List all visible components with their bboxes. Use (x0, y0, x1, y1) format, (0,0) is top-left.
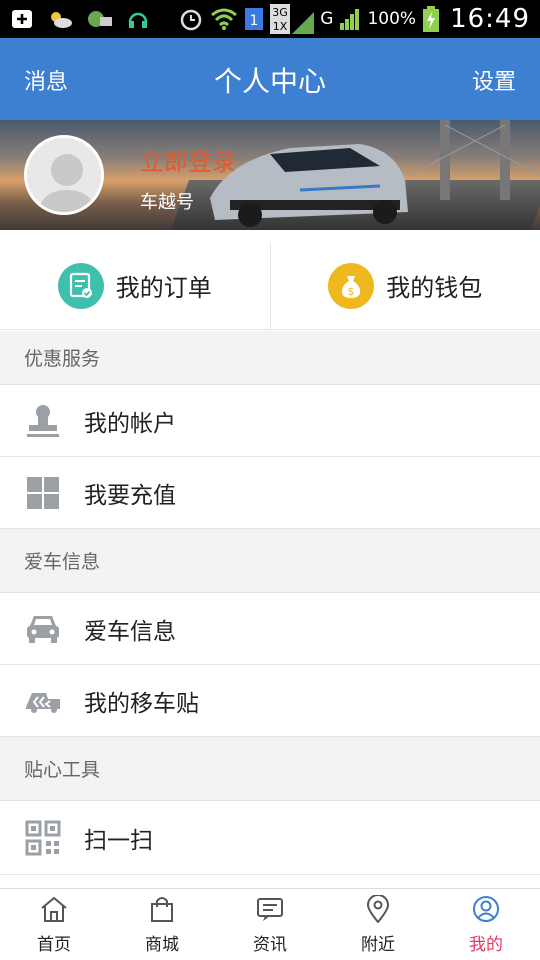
menu-item-recharge[interactable]: 我要充值 (0, 457, 540, 529)
section-header-car-info: 爱车信息 (0, 529, 540, 593)
wifi-icon (210, 7, 238, 31)
bottom-nav: 首页 商城 资讯 附近 我的 (0, 888, 540, 960)
tow-truck-icon (22, 680, 64, 722)
add-notification-icon (10, 8, 34, 30)
order-icon (57, 262, 104, 309)
network-type-icon: 3G 1X (270, 4, 315, 34)
login-link[interactable]: 立即登录 (140, 142, 236, 177)
menu-item-label: 我要充值 (84, 482, 176, 509)
section-title: 贴心工具 (24, 759, 101, 781)
nav-news[interactable]: 资讯 (216, 889, 324, 960)
app-header: 消息 个人中心 设置 (0, 38, 540, 120)
section-header-discount: 优惠服务 (0, 331, 540, 385)
menu-item-label: 爱车信息 (84, 618, 176, 645)
nav-nearby[interactable]: 附近 (324, 889, 432, 960)
message-app-icon (86, 8, 114, 30)
home-icon (39, 895, 69, 927)
status-bar: 1 3G 1X G 100% 16:49 (0, 0, 540, 38)
svg-text:3G: 3G (273, 6, 289, 19)
my-orders-button[interactable]: 我的订单 (0, 242, 271, 329)
nav-home[interactable]: 首页 (0, 889, 108, 960)
nav-label: 商城 (145, 934, 179, 955)
clock: 16:49 (450, 4, 530, 34)
svg-text:1: 1 (250, 13, 259, 29)
my-orders-label: 我的订单 (115, 274, 212, 302)
signal-icon (339, 8, 361, 30)
nav-mall[interactable]: 商城 (108, 889, 216, 960)
page-title: 个人中心 (213, 65, 326, 98)
user-icon (471, 895, 501, 927)
section-title: 优惠服务 (24, 348, 101, 370)
svg-text:$: $ (348, 285, 355, 298)
account-id-label: 车越号 (140, 192, 194, 213)
car-icon (22, 608, 64, 650)
menu-item-label: 我的帐户 (84, 410, 176, 437)
svg-text:1X: 1X (273, 20, 288, 33)
menu-item-my-account[interactable]: 我的帐户 (0, 385, 540, 457)
menu-item-label: 我的移车贴 (84, 690, 199, 717)
battery-charging-icon (422, 6, 440, 32)
message-icon (255, 895, 285, 927)
location-pin-icon (363, 893, 393, 927)
alarm-icon (178, 7, 204, 31)
section-title: 爱车信息 (24, 551, 101, 573)
money-bag-icon: $ (328, 262, 375, 309)
qr-code-icon (22, 817, 64, 859)
my-wallet-label: 我的钱包 (386, 274, 483, 302)
settings-button[interactable]: 设置 (472, 64, 516, 96)
headset-icon (126, 8, 150, 30)
avatar[interactable] (24, 135, 104, 215)
nav-label: 我的 (469, 934, 503, 955)
menu-item-scan[interactable]: 扫一扫 (0, 801, 540, 875)
quick-actions: 我的订单 $ 我的钱包 (0, 242, 540, 330)
menu-item-move-car-sticker[interactable]: 我的移车贴 (0, 665, 540, 737)
shopping-bag-icon (147, 895, 177, 927)
weather-icon (46, 8, 74, 30)
section-header-tools: 贴心工具 (0, 737, 540, 801)
stamp-icon (22, 400, 64, 442)
my-wallet-button[interactable]: $ 我的钱包 (271, 242, 540, 329)
menu-item-car-info[interactable]: 爱车信息 (0, 593, 540, 665)
nav-mine[interactable]: 我的 (432, 889, 540, 960)
nav-label: 首页 (37, 934, 71, 955)
carrier-label: G (320, 9, 334, 29)
nav-label: 资讯 (253, 934, 287, 955)
battery-percent: 100% (367, 9, 417, 29)
sim-slot-icon: 1 (244, 7, 264, 31)
grid-icon (22, 472, 64, 514)
nav-label: 附近 (361, 934, 395, 955)
menu-item-label: 扫一扫 (84, 827, 153, 854)
